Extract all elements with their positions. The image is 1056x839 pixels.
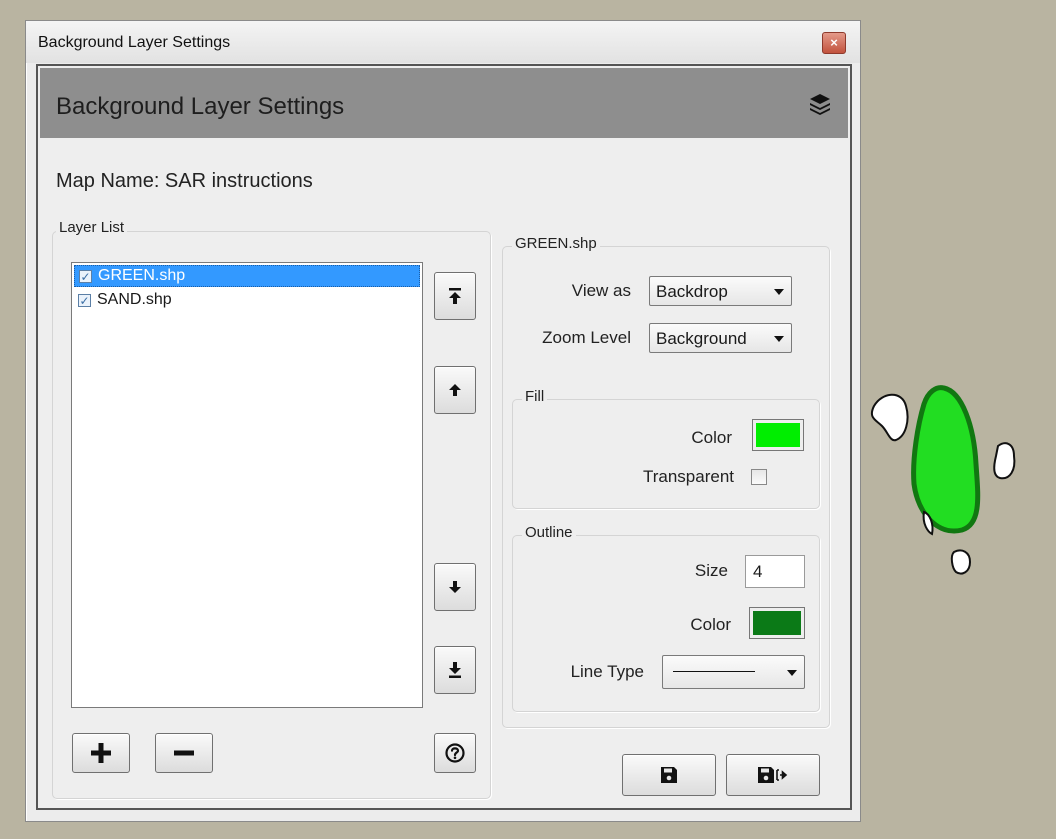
zoom-level-value: Background (656, 329, 747, 348)
sand-bunker-shape (950, 549, 972, 575)
move-up-button[interactable] (434, 366, 476, 414)
add-layer-button[interactable] (72, 733, 130, 773)
chevron-down-icon (787, 670, 797, 676)
fill-color-swatch[interactable] (752, 419, 804, 451)
save-and-close-button[interactable] (726, 754, 820, 796)
outline-color-swatch[interactable] (749, 607, 805, 639)
layer-list[interactable]: ✓ GREEN.shp ✓ SAND.shp (71, 262, 423, 708)
layer-item-label: GREEN.shp (98, 267, 186, 284)
fill-color-label: Color (691, 428, 732, 447)
save-exit-icon (758, 767, 788, 783)
panel-header: Background Layer Settings (40, 68, 848, 138)
move-to-bottom-button[interactable] (434, 646, 476, 694)
transparent-label: Transparent (642, 467, 734, 486)
outline-color-value (753, 611, 801, 635)
help-icon (445, 743, 465, 763)
arrow-up-icon (449, 384, 461, 396)
view-as-value: Backdrop (656, 282, 728, 301)
help-button[interactable] (434, 733, 476, 773)
line-type-preview (673, 671, 755, 672)
outline-size-input[interactable]: 4 (745, 555, 805, 588)
view-as-label: View as (571, 281, 631, 300)
outline-label: Outline (522, 524, 576, 541)
map-name-label: Map Name: SAR instructions (56, 170, 313, 192)
move-to-top-button[interactable] (434, 272, 476, 320)
plus-icon (91, 743, 111, 763)
fill-label: Fill (522, 388, 548, 405)
zoom-level-select[interactable]: Background (649, 323, 792, 353)
layers-icon (810, 94, 830, 115)
green-shape (911, 385, 981, 534)
sand-bunker-shape (993, 442, 1016, 480)
window-titlebar[interactable]: Background Layer Settings × (26, 21, 860, 63)
outline-size-label: Size (694, 561, 728, 580)
move-top-icon (449, 288, 461, 304)
line-type-label: Line Type (570, 662, 644, 681)
settings-panel: Background Layer Settings Map Name: SAR … (36, 64, 852, 810)
transparent-checkbox[interactable] (751, 469, 767, 485)
layer-properties-label: GREEN.shp (512, 235, 600, 252)
minus-icon (174, 750, 194, 756)
zoom-level-label: Zoom Level (542, 328, 631, 347)
outline-color-label: Color (690, 615, 731, 634)
chevron-down-icon (774, 289, 784, 295)
layer-item-sand[interactable]: ✓ SAND.shp (74, 289, 420, 311)
fill-color-value (756, 423, 800, 447)
sand-bunker-shape (870, 393, 909, 442)
settings-window: Background Layer Settings × Background L… (25, 20, 861, 822)
window-title: Background Layer Settings (38, 34, 231, 51)
layer-checkbox-green[interactable]: ✓ (79, 269, 92, 283)
move-down-button[interactable] (434, 563, 476, 611)
layer-list-label: Layer List (56, 219, 128, 236)
fill-group (512, 399, 820, 509)
chevron-down-icon (774, 336, 784, 342)
save-icon (661, 767, 677, 783)
map-features (870, 385, 1016, 575)
close-button[interactable]: × (822, 32, 846, 54)
panel-title: Background Layer Settings (56, 93, 345, 120)
line-type-select[interactable] (662, 655, 805, 689)
move-bottom-icon (449, 662, 461, 678)
layer-checkbox-sand[interactable]: ✓ (78, 293, 91, 307)
layer-item-green[interactable]: ✓ GREEN.shp (74, 265, 420, 287)
remove-layer-button[interactable] (155, 733, 213, 773)
arrow-down-icon (449, 581, 461, 593)
save-button[interactable] (622, 754, 716, 796)
view-as-select[interactable]: Backdrop (649, 276, 792, 306)
layer-item-label: SAND.shp (97, 291, 172, 308)
